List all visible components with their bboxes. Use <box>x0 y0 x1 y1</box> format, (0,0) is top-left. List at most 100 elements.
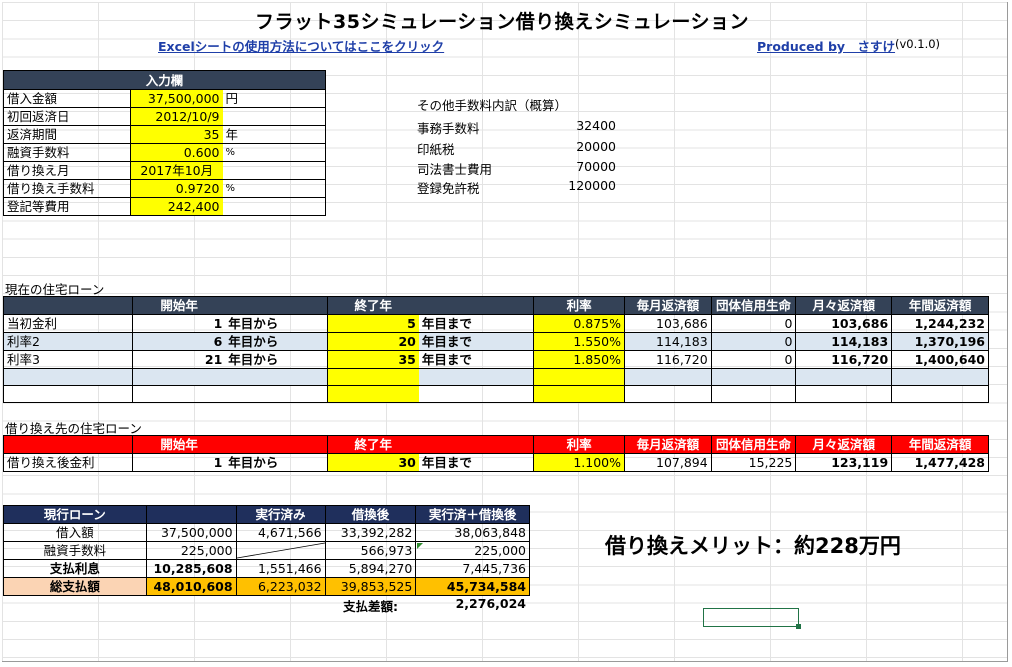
refi-hdr-rate: 利率 <box>533 435 625 454</box>
input-term[interactable]: 35 <box>130 125 223 144</box>
refi-row-end[interactable]: 30 <box>326 453 419 472</box>
input-refi-month[interactable]: 2017年10月 <box>130 161 223 180</box>
summary-hdr-done: 実行済み <box>235 505 326 524</box>
current-row-start[interactable]: 6 <box>132 332 226 351</box>
refi-row-monthly: 107,894 <box>624 453 712 472</box>
current-row-end[interactable]: 20 <box>326 332 419 351</box>
produced-by-link[interactable]: Produced by さすけ <box>757 36 895 55</box>
empty-cell[interactable] <box>225 385 328 403</box>
table-row-empty <box>2 368 989 386</box>
summary-row-after: 39,853,525 <box>324 577 417 596</box>
fees-header: その他手数料内訳（概算） <box>417 98 568 113</box>
current-hdr-end-unit <box>418 296 535 315</box>
current-row-group-life: 0 <box>710 332 797 351</box>
current-row-end[interactable]: 5 <box>326 314 419 333</box>
current-loan-table: 開始年 終了年 利率 毎月返済額 団体信用生命 月々返済額 年間返済額 当初金利… <box>2 296 989 403</box>
empty-cell[interactable] <box>624 385 712 403</box>
empty-cell[interactable] <box>2 368 134 386</box>
empty-cell[interactable] <box>2 385 134 403</box>
current-row-name: 利率3 <box>2 350 134 369</box>
empty-cell[interactable] <box>418 385 535 403</box>
table-row-empty <box>2 385 989 403</box>
summary-row-label: 支払利息 <box>3 559 147 578</box>
summary-row-total: 225,000 <box>415 541 530 560</box>
summary-row-after: 5,894,270 <box>324 559 417 578</box>
current-row-start-unit: 年目から <box>225 332 328 351</box>
current-row-monthly: 103,686 <box>624 314 712 333</box>
empty-cell[interactable] <box>891 385 989 403</box>
input-header: 入力欄 <box>3 70 326 90</box>
empty-cell[interactable] <box>533 368 625 386</box>
empty-cell[interactable] <box>132 385 226 403</box>
summary-row-current: 10,285,608 <box>145 559 237 578</box>
table-row: 融資手数料 225,000 566,973 225,000 <box>3 541 530 560</box>
current-hdr-group-life: 団体信用生命 <box>710 296 797 315</box>
input-first-payment[interactable]: 2012/10/9 <box>130 107 223 126</box>
table-row: 総支払額 48,010,608 6,223,032 39,853,525 45,… <box>3 577 530 596</box>
refi-loan-table: 開始年 終了年 利率 毎月返済額 団体信用生命 月々返済額 年間返済額 借り換え… <box>2 435 989 472</box>
empty-cell[interactable] <box>418 368 535 386</box>
empty-cell[interactable] <box>891 368 989 386</box>
summary-row-current: 48,010,608 <box>145 577 237 596</box>
empty-cell[interactable] <box>326 368 419 386</box>
refi-row-rate[interactable]: 1.100% <box>533 453 625 472</box>
refi-row-end-unit: 年目まで <box>418 453 535 472</box>
summary-row-current: 37,500,000 <box>145 523 237 542</box>
empty-cell[interactable] <box>132 368 226 386</box>
fee-label-admin: 事務手数料 <box>417 121 480 136</box>
input-refi-fee[interactable]: 0.9720 <box>130 179 223 198</box>
current-hdr-monthly: 毎月返済額 <box>624 296 712 315</box>
merit-text: 借り換えメリット：約228万円 <box>605 534 901 558</box>
diagonal-line <box>237 542 325 559</box>
table-row: 当初金利 1 年目から 5 年目まで 0.875% 103,686 0 103,… <box>2 314 989 333</box>
refi-row-start[interactable]: 1 <box>132 453 226 472</box>
current-row-monthly-total: 103,686 <box>795 314 893 333</box>
empty-cell[interactable] <box>795 368 893 386</box>
input-label-term: 返済期間 <box>3 125 131 144</box>
refi-row-start-unit: 年目から <box>225 453 328 472</box>
current-row-end-unit: 年目まで <box>418 350 535 369</box>
summary-row-done: 4,671,566 <box>235 523 326 542</box>
table-row: 利率2 6 年目から 20 年目まで 1.550% 114,183 0 114,… <box>2 332 989 351</box>
input-label-refi-fee: 借り換え手数料 <box>3 179 131 198</box>
current-row-rate[interactable]: 0.875% <box>533 314 625 333</box>
empty-cell[interactable] <box>624 368 712 386</box>
input-loan-amount[interactable]: 37,500,000 <box>130 89 223 108</box>
current-row-name: 利率2 <box>2 332 134 351</box>
input-label-first-payment: 初回返済日 <box>3 107 131 126</box>
current-row-start[interactable]: 1 <box>132 314 226 333</box>
current-row-group-life: 0 <box>710 350 797 369</box>
input-unit-percent: % <box>222 143 326 162</box>
current-row-rate[interactable]: 1.850% <box>533 350 625 369</box>
input-label-loan-fee: 融資手数料 <box>3 143 131 162</box>
current-row-monthly-total: 116,720 <box>795 350 893 369</box>
refi-hdr-name <box>2 435 134 454</box>
current-row-group-life: 0 <box>710 314 797 333</box>
current-row-end[interactable]: 35 <box>326 350 419 369</box>
empty-cell[interactable] <box>225 368 328 386</box>
summary-row-label: 総支払額 <box>3 577 147 596</box>
empty-cell[interactable] <box>533 385 625 403</box>
empty-cell[interactable] <box>326 385 419 403</box>
help-link[interactable]: Excelシートの使用方法についてはここをクリック <box>158 36 444 55</box>
summary-hdr-after: 借換後 <box>324 505 417 524</box>
current-hdr-start-unit <box>225 296 328 315</box>
empty-cell[interactable] <box>710 385 797 403</box>
refi-hdr-end-unit <box>418 435 535 454</box>
input-unit-blank-2 <box>222 161 326 180</box>
current-row-rate[interactable]: 1.550% <box>533 332 625 351</box>
empty-cell[interactable] <box>795 385 893 403</box>
selected-cell[interactable] <box>703 608 801 629</box>
summary-row-done: 6,223,032 <box>235 577 326 596</box>
input-registration[interactable]: 242,400 <box>130 197 223 216</box>
input-loan-fee[interactable]: 0.600 <box>130 143 223 162</box>
current-row-monthly: 116,720 <box>624 350 712 369</box>
refi-row-name: 借り換え後金利 <box>2 453 134 472</box>
current-row-annual: 1,370,196 <box>891 332 989 351</box>
current-row-start[interactable]: 21 <box>132 350 226 369</box>
input-label-registration: 登記等費用 <box>3 197 131 216</box>
empty-cell[interactable] <box>710 368 797 386</box>
version-label: (v0.1.0) <box>895 37 941 51</box>
refi-hdr-group-life: 団体信用生命 <box>710 435 797 454</box>
input-unit-blank <box>222 107 326 126</box>
